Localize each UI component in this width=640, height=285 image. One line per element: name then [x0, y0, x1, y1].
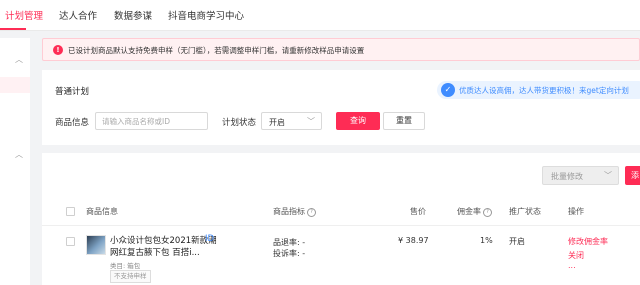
tab-data-advisor[interactable]: 数据参谋 [114, 8, 152, 22]
filter-panel: 普通计划 ✓ 优质达人设高佣，达人带货更积极！来get定向计划 商品信息 计划状… [42, 70, 640, 145]
info-alert: ! 已设计划商品默认支持免费申样（无门槛），若需调整申样门槛，请重新修改样品申请… [42, 38, 640, 61]
tab-learning-center[interactable]: 抖音电商学习中心 [168, 8, 244, 22]
batch-edit-value: 批量修改 [551, 172, 583, 181]
help-icon[interactable]: ? [307, 208, 316, 217]
chevron-down-icon: ﹀ [604, 171, 612, 180]
plan-status-select[interactable]: 开启 ﹀ [261, 112, 322, 130]
add-button[interactable]: 添 [625, 166, 640, 185]
chevron-down-icon: ﹀ [307, 117, 315, 126]
commission-rate: 1% [480, 236, 493, 245]
tab-influencer-collab[interactable]: 达人合作 [59, 8, 97, 22]
col-price: 售价 [410, 207, 426, 216]
sidebar-active-item[interactable] [0, 77, 30, 93]
complaint-rate: 投诉率: - [273, 249, 306, 258]
chevron-up-icon[interactable]: ︿ [15, 54, 23, 65]
col-metrics: 商品指标 [273, 207, 305, 216]
query-button[interactable]: 查询 [336, 112, 380, 130]
reset-button[interactable]: 重置 [383, 112, 425, 130]
active-tab-indicator [0, 28, 26, 30]
col-metrics-wrap: 商品指标? [273, 206, 316, 217]
col-commission-wrap: 佣金率? [457, 206, 492, 217]
col-status: 推广状态 [509, 207, 541, 216]
tab-plan-management[interactable]: 计划管理 [5, 8, 43, 22]
more-link[interactable]: ... [568, 261, 576, 270]
col-actions: 操作 [568, 207, 584, 216]
product-name[interactable]: 小众设计包包女2021新款潮网红复古腋下包 百搭i... [110, 235, 220, 259]
select-all-checkbox[interactable] [66, 207, 75, 216]
row-checkbox[interactable] [66, 237, 75, 246]
top-nav: 计划管理 达人合作 数据参谋 抖音电商学习中心 [0, 0, 640, 31]
alert-text: 已设计划商品默认支持免费申样（无门槛），若需调整申样门槛，请重新修改样品申请设置 [68, 46, 365, 55]
warning-icon: ! [53, 45, 63, 55]
col-product: 商品信息 [86, 207, 118, 216]
promo-banner[interactable]: ✓ 优质达人设高佣，达人带货更积极！来get定向计划 [437, 81, 640, 99]
panel-title: 普通计划 [55, 87, 90, 97]
product-category: 类目: 箱包 [110, 262, 141, 270]
plan-status-label: 计划状态 [222, 118, 257, 128]
promo-text[interactable]: 优质达人设高佣，达人带货更积极！来get定向计划 [459, 85, 629, 96]
edit-commission-link[interactable]: 修改佣金率 [568, 236, 608, 247]
refund-rate: 品退率: - [273, 238, 306, 247]
plan-status-value: 开启 [269, 118, 285, 127]
sidebar: ︿ ︿ [0, 38, 30, 285]
close-link[interactable]: 关闭 [568, 250, 584, 261]
promotion-status: 开启 [509, 237, 525, 246]
product-search-input[interactable] [95, 112, 208, 130]
shield-icon: ✓ [441, 83, 455, 97]
table-header: 商品信息 商品指标? 售价 佣金率? 推广状态 操作 [42, 197, 640, 226]
product-id-badge[interactable]: ID [205, 234, 214, 244]
product-info-label: 商品信息 [55, 118, 90, 128]
help-icon[interactable]: ? [483, 208, 492, 217]
product-price: ¥ 38.97 [398, 236, 429, 245]
col-commission: 佣金率 [457, 207, 481, 216]
batch-edit-select[interactable]: 批量修改 ﹀ [542, 166, 619, 185]
sample-tag: 不支持申样 [110, 270, 151, 283]
chevron-up-icon[interactable]: ︿ [15, 149, 23, 160]
product-list-panel: 批量修改 ﹀ 添 商品信息 商品指标? 售价 佣金率? 推广状态 操作 小众设计… [42, 153, 640, 285]
product-thumbnail[interactable] [86, 235, 106, 255]
